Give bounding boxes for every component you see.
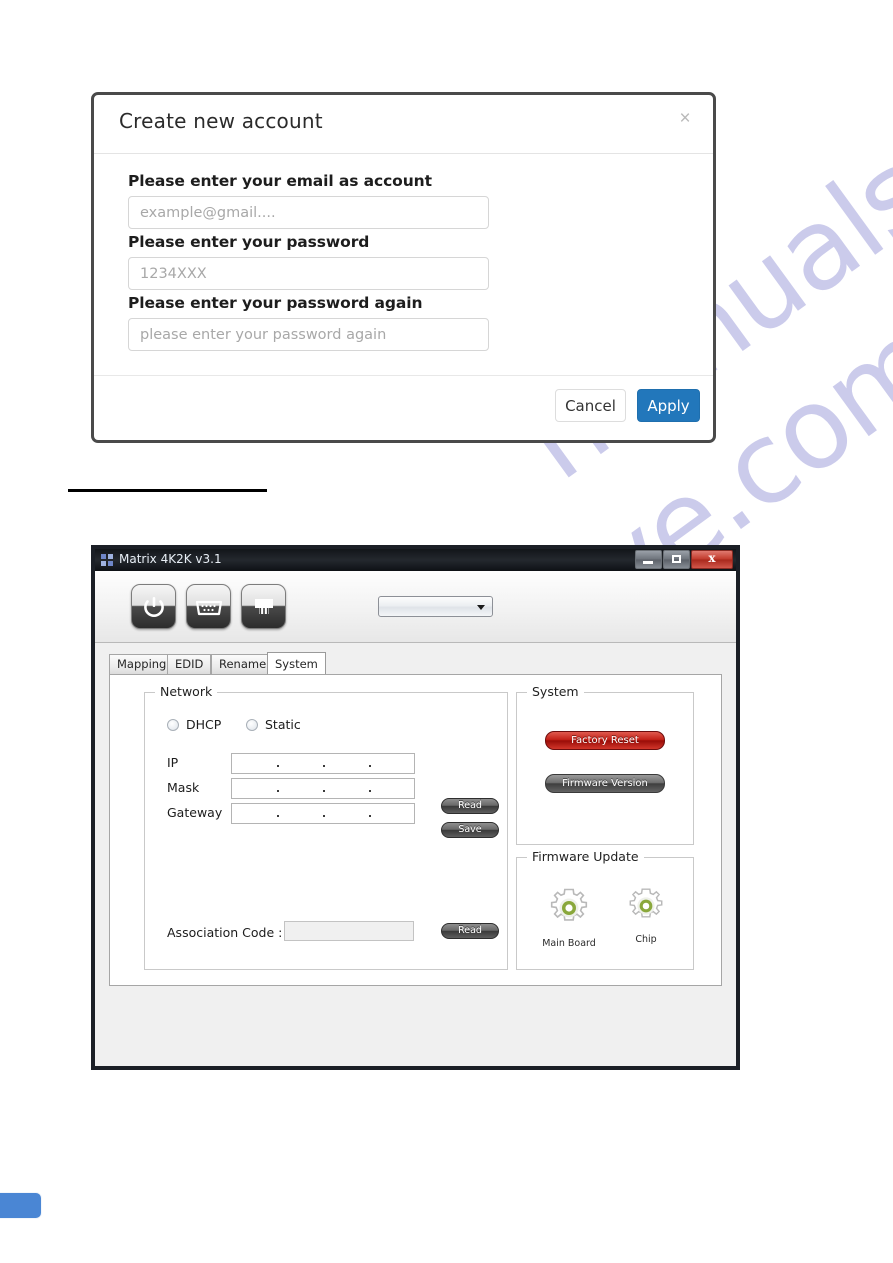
close-button[interactable]: x	[691, 550, 733, 569]
dialog-footer: Cancel Apply	[94, 375, 713, 440]
email-input[interactable]	[128, 196, 489, 229]
firmware-version-button[interactable]: Firmware Version	[545, 774, 665, 793]
chip-label: Chip	[635, 934, 657, 945]
gear-icon	[550, 888, 588, 921]
gateway-label: Gateway	[167, 805, 223, 820]
device-select[interactable]	[378, 596, 493, 617]
mask-input[interactable]	[231, 778, 415, 799]
chevron-down-icon	[477, 605, 485, 610]
window-controls: x	[635, 550, 733, 569]
close-icon[interactable]: ×	[674, 108, 696, 130]
tab-system[interactable]: System	[267, 652, 326, 674]
radio-static-label: Static	[265, 717, 301, 732]
tab-rename[interactable]: Rename	[211, 654, 275, 674]
mask-label: Mask	[167, 780, 200, 795]
maximize-icon	[672, 555, 681, 563]
dialog-body: Please enter your email as account Pleas…	[94, 154, 713, 375]
gear-icon	[629, 888, 663, 918]
tab-edid[interactable]: EDID	[167, 654, 212, 674]
ip-separator	[323, 815, 325, 817]
create-account-dialog: Create new account × Please enter your e…	[91, 92, 716, 443]
firmware-update-main-board[interactable]: Main Board	[538, 886, 600, 949]
ip-separator	[323, 765, 325, 767]
password-field-label: Please enter your password	[128, 233, 370, 251]
password-confirm-input[interactable]	[128, 318, 489, 351]
ip-separator	[369, 790, 371, 792]
tab-mapping[interactable]: Mapping	[109, 654, 175, 674]
matrix-app-window: Matrix 4K2K v3.1 x Mapping EDID Rename S…	[91, 545, 740, 1070]
password-input[interactable]	[128, 257, 489, 290]
main-board-label: Main Board	[542, 938, 596, 949]
firmware-update-group: Firmware Update Main Board Chip	[516, 849, 694, 970]
firmware-update-group-title: Firmware Update	[527, 849, 644, 864]
cancel-button[interactable]: Cancel	[555, 389, 626, 422]
ip-separator	[277, 815, 279, 817]
ip-separator	[277, 765, 279, 767]
maximize-button[interactable]	[663, 550, 690, 569]
network-group-title: Network	[155, 684, 218, 699]
radio-dot-icon	[167, 719, 179, 731]
ip-separator	[277, 790, 279, 792]
power-button[interactable]	[131, 584, 176, 629]
radio-dhcp-label: DHCP	[186, 717, 222, 732]
window-title: Matrix 4K2K v3.1	[119, 552, 222, 566]
password-confirm-field-label: Please enter your password again	[128, 294, 423, 312]
ip-label: IP	[167, 755, 179, 770]
system-group-title: System	[527, 684, 584, 699]
radio-static[interactable]: Static	[246, 716, 301, 734]
dialog-header: Create new account ×	[94, 95, 713, 154]
network-group: Network DHCP Static IP Mask Gateway Read…	[144, 684, 508, 970]
app-toolbar	[95, 571, 736, 643]
section-divider	[68, 489, 267, 492]
radio-dhcp[interactable]: DHCP	[167, 716, 221, 734]
system-tab-panel: Network DHCP Static IP Mask Gateway Read…	[109, 674, 722, 986]
radio-dot-icon	[246, 719, 258, 731]
ip-separator	[369, 815, 371, 817]
network-save-button[interactable]: Save	[441, 822, 499, 838]
minimize-button[interactable]	[635, 550, 662, 569]
page-number-badge	[0, 1192, 42, 1219]
serial-port-icon	[195, 600, 222, 615]
firmware-update-chip[interactable]: Chip	[615, 886, 677, 945]
apply-button[interactable]: Apply	[637, 389, 700, 422]
minimize-icon	[643, 561, 653, 564]
system-group: System Factory Reset Firmware Version	[516, 684, 694, 845]
tabstrip: Mapping EDID Rename System	[109, 652, 736, 674]
association-code-label: Association Code :	[167, 925, 283, 940]
network-read-button[interactable]: Read	[441, 798, 499, 814]
ip-separator	[369, 765, 371, 767]
close-icon: x	[708, 551, 716, 565]
window-titlebar: Matrix 4K2K v3.1 x	[95, 549, 736, 571]
ip-input[interactable]	[231, 753, 415, 774]
email-field-label: Please enter your email as account	[128, 172, 432, 190]
dialog-title: Create new account	[119, 109, 323, 133]
association-code-input[interactable]	[284, 921, 414, 941]
ip-separator	[323, 790, 325, 792]
ethernet-port-button[interactable]	[241, 584, 286, 629]
gateway-input[interactable]	[231, 803, 415, 824]
serial-port-button[interactable]	[186, 584, 231, 629]
factory-reset-button[interactable]: Factory Reset	[545, 731, 665, 750]
association-read-button[interactable]: Read	[441, 923, 499, 939]
ethernet-port-icon	[254, 598, 273, 614]
power-icon	[143, 596, 164, 617]
app-icon	[100, 553, 114, 567]
